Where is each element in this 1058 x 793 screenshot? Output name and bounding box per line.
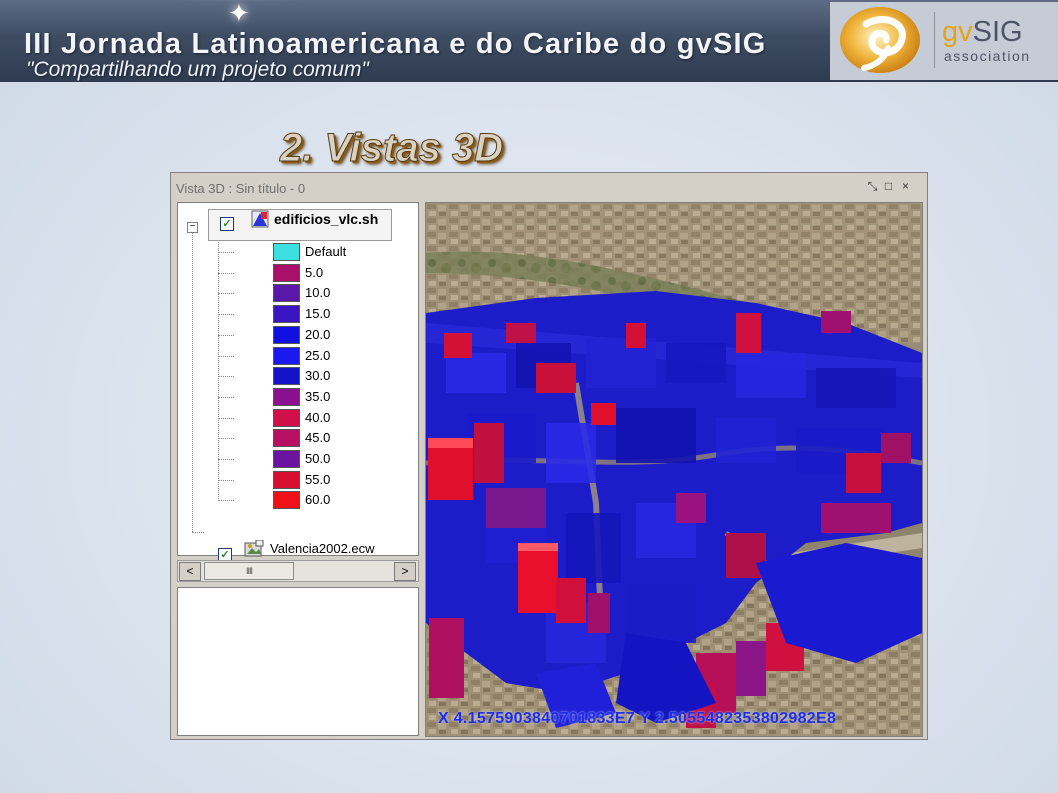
gvsig-association-logo: gvSIG association	[830, 2, 1058, 80]
logo-subtitle: association	[944, 48, 1031, 64]
table-of-contents-panel: − ✓ edificios_vlc.sh Default 5.0 10.0 15.0 2…	[177, 202, 419, 736]
tree-connector	[218, 252, 234, 253]
legend-swatch	[273, 243, 300, 261]
layer-name[interactable]: edificios_vlc.sh	[274, 211, 378, 227]
legend-swatch	[273, 429, 300, 447]
toc-tree: − ✓ edificios_vlc.sh Default 5.0 10.0 15.0 2…	[177, 202, 419, 562]
slide-title: 2. Vistas 3D	[279, 126, 504, 171]
tree-connector	[192, 532, 204, 533]
legend-label: 45.0	[305, 430, 331, 445]
tree-connector	[218, 314, 234, 315]
banner-title: III Jornada Latinoamericana e do Caribe …	[24, 28, 767, 60]
legend-label: 40.0	[305, 410, 331, 425]
map-3d-view[interactable]: X 4.1575903840701833E7 Y 2.5055482353802…	[425, 202, 923, 737]
view-3d-window: Vista 3D : Sin título - 0 ⤡ □ × − ✓ edif…	[170, 172, 928, 740]
aerial-city-3d-render[interactable]	[426, 203, 922, 736]
tree-connector	[218, 397, 234, 398]
tree-connector	[218, 273, 234, 274]
close-icon[interactable]: ×	[900, 180, 911, 192]
legend-label: 35.0	[305, 389, 331, 404]
legend-swatch	[273, 264, 300, 282]
collapse-toggle[interactable]: −	[187, 222, 198, 233]
logo-wordmark-prefix: gv	[942, 16, 973, 48]
coordinates-readout: X 4.1575903840701833E7 Y 2.5055482353802…	[438, 710, 837, 727]
tree-connector	[218, 480, 234, 481]
legend-label: 25.0	[305, 348, 331, 363]
legend-swatch	[273, 367, 300, 385]
window-title: Vista 3D : Sin título - 0	[176, 181, 306, 196]
tree-connector	[218, 500, 234, 501]
legend-swatch	[273, 471, 300, 489]
tree-connector	[218, 293, 234, 294]
toc-horizontal-scrollbar[interactable]: < IIII >	[177, 560, 419, 582]
legend-swatch	[273, 388, 300, 406]
logo-wordmark: gvSIG	[942, 16, 1023, 49]
scrollbar-thumb[interactable]: IIII	[204, 562, 294, 580]
star-sparkle-icon: ✦	[228, 0, 250, 28]
legend-swatch	[273, 347, 300, 365]
legend-label: Default	[305, 244, 347, 259]
locator-panel	[177, 587, 419, 736]
legend-label: 60.0	[305, 492, 331, 507]
legend-swatch	[273, 491, 300, 509]
legend-swatch	[273, 305, 300, 323]
tree-connector	[218, 438, 234, 439]
tree-connector	[192, 232, 193, 532]
legend-swatch	[273, 326, 300, 344]
layer-visibility-checkbox[interactable]: ✓	[220, 217, 234, 231]
scroll-left-button[interactable]: <	[179, 562, 201, 581]
raster-layer-icon	[244, 540, 264, 557]
legend-label: 30.0	[305, 368, 331, 383]
scroll-right-button[interactable]: >	[394, 562, 416, 581]
tree-connector	[218, 239, 219, 501]
raster-layer-name[interactable]: Valencia2002.ecw	[270, 541, 375, 556]
tree-connector	[218, 335, 234, 336]
tree-connector	[218, 376, 234, 377]
legend-label: 5.0	[305, 265, 324, 280]
maximize-icon[interactable]: □	[883, 180, 894, 192]
tree-connector	[218, 459, 234, 460]
legend-swatch	[273, 284, 300, 302]
vector-layer-icon	[251, 210, 269, 228]
legend-label: 10.0	[305, 285, 331, 300]
legend-label: 50.0	[305, 451, 331, 466]
tree-connector	[218, 418, 234, 419]
legend-swatch	[273, 409, 300, 427]
logo-divider	[934, 12, 935, 68]
restore-icon[interactable]: ⤡	[867, 180, 878, 192]
legend-label: 20.0	[305, 327, 331, 342]
logo-wordmark-suffix: SIG	[972, 16, 1023, 48]
legend-swatch	[273, 450, 300, 468]
tree-connector	[218, 356, 234, 357]
legend-label: 55.0	[305, 472, 331, 487]
header-banner: ✦ III Jornada Latinoamericana e do Carib…	[0, 0, 1058, 82]
window-titlebar[interactable]: Vista 3D : Sin título - 0 ⤡ □ ×	[171, 173, 927, 201]
gvsig-swirl-icon	[840, 7, 920, 73]
legend-label: 15.0	[305, 306, 331, 321]
banner-subtitle: "Compartilhando um projeto comum"	[26, 58, 369, 81]
